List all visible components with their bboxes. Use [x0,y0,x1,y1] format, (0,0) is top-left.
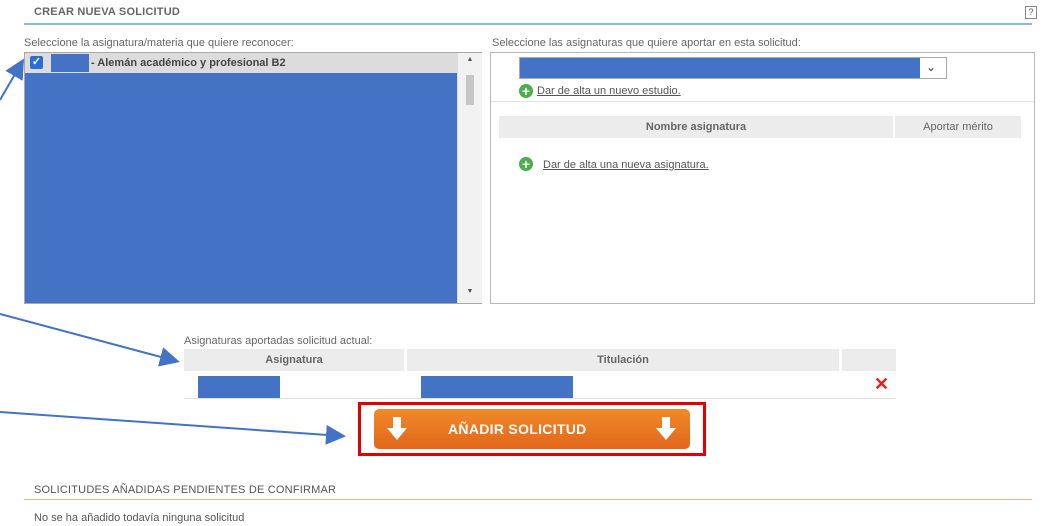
annotation-arrows [0,58,346,445]
annotation-arrow-table [0,313,180,367]
annotation-arrow-button [0,411,346,445]
annotation-arrow-checkbox [0,58,25,101]
